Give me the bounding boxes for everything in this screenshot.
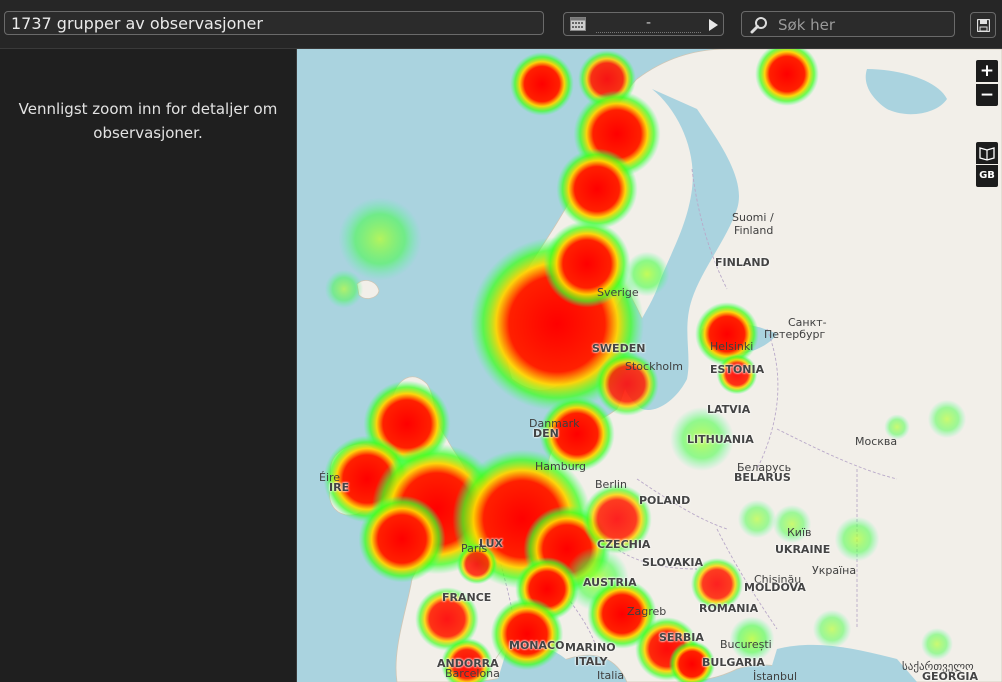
map-label: MOLDOVA <box>744 581 806 594</box>
map-label: Paris <box>461 542 488 555</box>
heat-cluster <box>927 399 967 439</box>
sidebar: Vennligst zoom inn for detaljer om obser… <box>0 49 297 682</box>
map-label: GEORGIA <box>922 670 978 682</box>
map-label: CZECHIA <box>597 538 651 551</box>
map-label: Stockholm <box>625 360 683 373</box>
map-layers-button[interactable] <box>976 142 998 164</box>
map-label: Suomi / <box>732 211 774 224</box>
calendar-icon[interactable] <box>570 17 586 31</box>
map-label: FINLAND <box>715 256 770 269</box>
heat-cluster <box>556 148 638 230</box>
map-view[interactable]: Suomi / Finland FINLAND Sverige SWEDEN S… <box>297 49 1002 682</box>
map-label: LATVIA <box>707 403 751 416</box>
search-icon <box>750 17 767 34</box>
map-label: FRANCE <box>442 591 492 604</box>
floppy-disk-icon <box>977 19 990 32</box>
map-label: MARINO <box>565 641 616 654</box>
map-label: București <box>720 638 772 651</box>
map-label: LITHUANIA <box>687 433 754 446</box>
zoom-out-button[interactable]: − <box>976 84 998 106</box>
play-icon[interactable] <box>709 19 718 31</box>
save-button[interactable] <box>970 12 996 38</box>
map-label: Hamburg <box>535 460 586 473</box>
map-label: IRE <box>329 481 350 494</box>
map-label: POLAND <box>639 494 691 507</box>
map-label: Berlin <box>595 478 627 491</box>
map-label: SERBIA <box>659 631 704 644</box>
search-input[interactable] <box>776 14 950 36</box>
search-box[interactable] <box>741 11 955 37</box>
date-range-picker[interactable]: - <box>563 12 724 36</box>
zoom-in-message: Vennligst zoom inn for detaljer om obser… <box>18 100 278 142</box>
heat-cluster <box>737 499 777 539</box>
map-label: İstanbul <box>753 670 798 682</box>
map-label: Finland <box>734 224 774 237</box>
map-label: Москва <box>855 435 898 448</box>
map-label: Zagreb <box>627 605 667 618</box>
zoom-in-button[interactable]: + <box>976 60 998 82</box>
heat-cluster <box>490 597 564 671</box>
heat-cluster <box>695 302 759 366</box>
observation-groups-title[interactable]: 1737 grupper av observasjoner <box>4 11 544 35</box>
map-label: BULGARIA <box>702 656 765 669</box>
heat-cluster <box>324 269 364 309</box>
map-label: ESTONIA <box>710 363 765 376</box>
heat-cluster <box>338 197 422 281</box>
map-label: Sverige <box>597 286 639 299</box>
heat-cluster <box>358 495 446 583</box>
heat-cluster <box>834 516 880 562</box>
map-book-icon <box>979 147 995 161</box>
top-toolbar: 1737 grupper av observasjoner - <box>0 0 1002 49</box>
map-label: Україна <box>812 564 857 577</box>
map-label: Київ <box>787 526 812 539</box>
map-label: Петербург <box>764 328 826 341</box>
heat-cluster <box>812 609 852 649</box>
map-label: SWEDEN <box>592 342 646 355</box>
map-label: SLOVAKIA <box>642 556 704 569</box>
map-label: AUSTRIA <box>583 576 637 589</box>
map-label: Беларусь <box>737 461 792 474</box>
date-range-value[interactable]: - <box>596 15 701 33</box>
map-label: Helsinki <box>710 340 754 353</box>
heat-cluster <box>921 628 953 660</box>
map-label: MONACO <box>509 639 565 652</box>
map-label: DEN <box>533 427 559 440</box>
map-label: UKRAINE <box>775 543 831 556</box>
language-toggle-button[interactable]: GB <box>976 165 998 187</box>
map-label: ITALY <box>575 655 608 668</box>
map-label: ROMANIA <box>699 602 759 615</box>
map-label: Barcelona <box>445 667 500 680</box>
map-label: Italia <box>597 669 625 682</box>
heat-cluster <box>510 52 574 116</box>
